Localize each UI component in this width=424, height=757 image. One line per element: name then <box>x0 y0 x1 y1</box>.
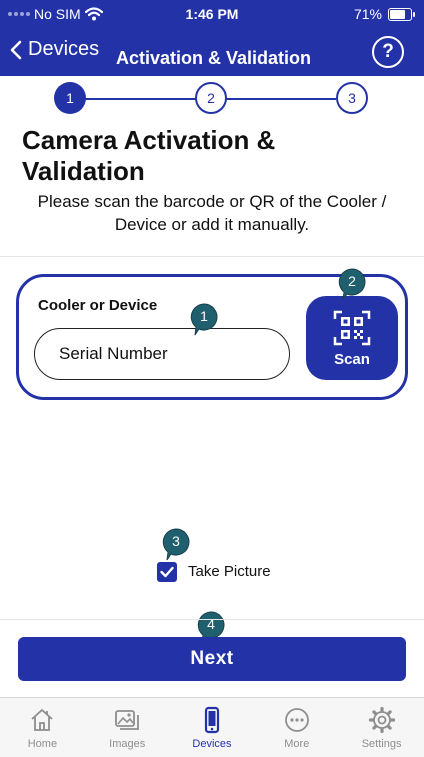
divider <box>0 619 424 620</box>
cooler-device-label: Cooler or Device <box>38 297 158 314</box>
home-icon <box>31 709 53 731</box>
back-label: Devices <box>28 38 100 60</box>
help-icon[interactable]: ? <box>372 36 404 68</box>
tab-label: Settings <box>361 738 402 750</box>
scan-button[interactable]: Scan <box>306 296 398 380</box>
tab-bar: Home Images Devices More Settings <box>0 697 424 757</box>
status-bar: No SIM 1:46 PM 71% <box>0 0 424 30</box>
step-2: 2 <box>195 82 227 114</box>
tab-devices[interactable]: Devices <box>170 698 255 757</box>
tab-more[interactable]: More <box>254 698 339 757</box>
page-title: Activation & Validation <box>116 48 312 68</box>
images-icon <box>115 710 140 730</box>
tab-label: Home <box>27 738 58 750</box>
section-heading: Camera Activation & Validation <box>22 125 276 186</box>
badge-2: 2 <box>337 268 367 301</box>
gear-icon <box>368 706 395 734</box>
battery-icon <box>388 7 415 21</box>
step-3: 3 <box>336 82 368 114</box>
badge-1: 1 <box>189 303 219 336</box>
tab-label: More <box>284 738 310 750</box>
badge-3: 3 <box>161 528 191 561</box>
stepper-line <box>80 98 196 100</box>
tab-label: Devices <box>192 738 232 750</box>
more-icon <box>284 708 309 732</box>
checkmark-icon <box>160 566 174 578</box>
next-button[interactable]: Next <box>18 637 406 681</box>
divider <box>0 256 424 257</box>
tab-home[interactable]: Home <box>0 698 85 757</box>
chevron-left-icon <box>10 40 22 59</box>
battery-percent: 71% <box>353 6 382 22</box>
take-picture-checkbox[interactable] <box>157 562 177 582</box>
tab-settings[interactable]: Settings <box>339 698 424 757</box>
header-bar: No SIM 1:46 PM 71% Devices Activation & … <box>0 0 424 76</box>
stepper-line <box>226 98 336 100</box>
phone-icon <box>204 706 220 734</box>
take-picture-label[interactable]: Take Picture <box>188 562 271 582</box>
back-button[interactable]: Devices <box>10 38 99 61</box>
step-1: 1 <box>54 82 86 114</box>
instructions-text: Please scan the barcode or QR of the Coo… <box>37 192 387 234</box>
tab-label: Images <box>109 738 146 750</box>
scan-label: Scan <box>334 350 370 368</box>
tab-images[interactable]: Images <box>85 698 170 757</box>
qr-scan-icon <box>333 310 371 345</box>
serial-number-input[interactable] <box>34 328 290 380</box>
